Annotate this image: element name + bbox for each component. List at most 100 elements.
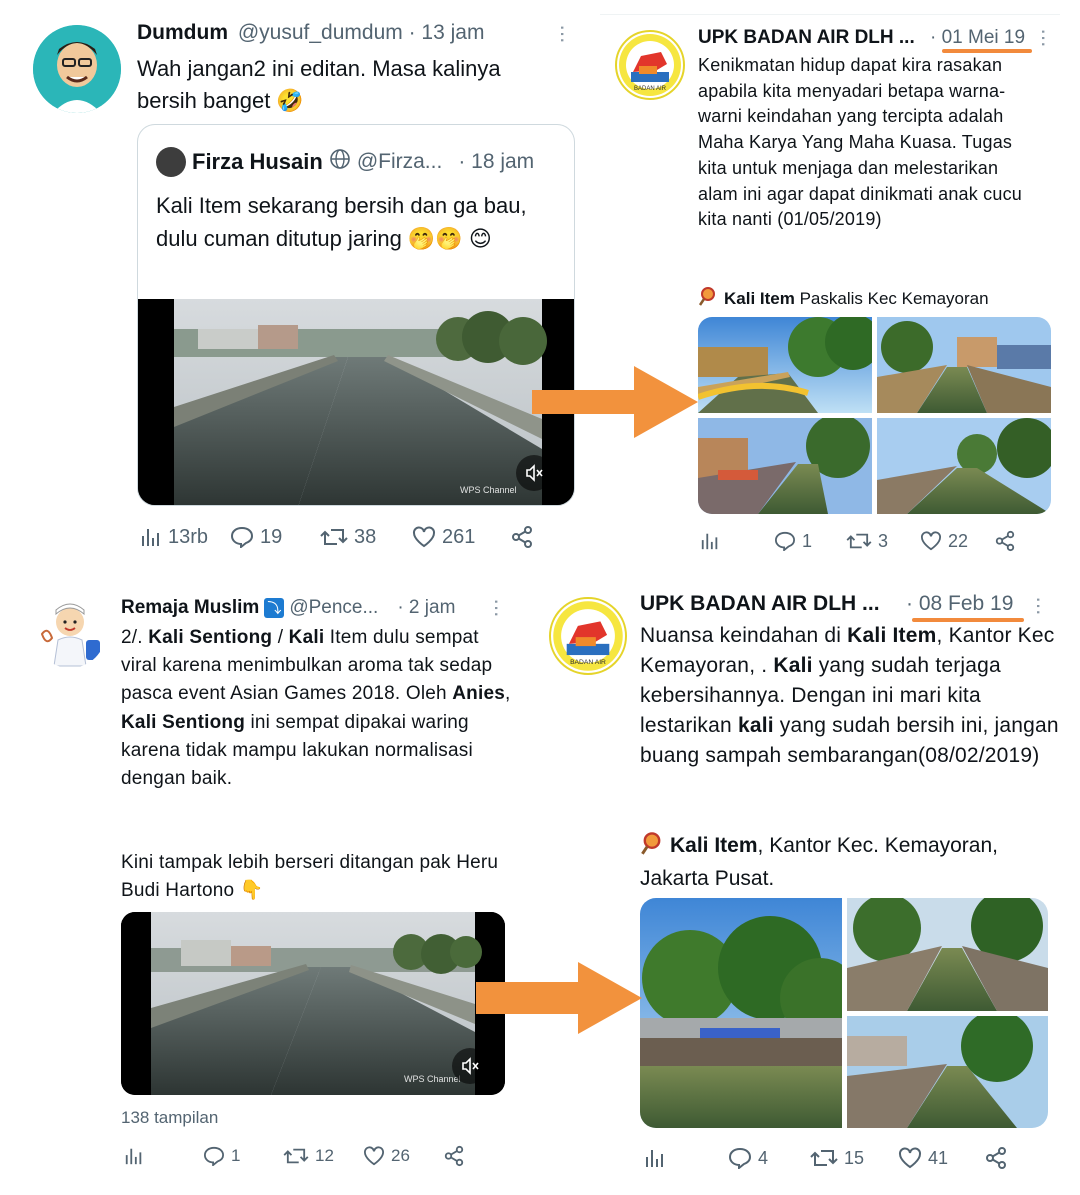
- like-button[interactable]: 22: [920, 531, 994, 552]
- like-count: 22: [948, 530, 969, 551]
- like-count: 26: [391, 1146, 410, 1165]
- author-handle: @Firza...: [356, 150, 443, 173]
- more-icon[interactable]: ···: [1027, 596, 1052, 615]
- tweet-time[interactable]: · 13 jam: [409, 21, 485, 44]
- reply-button[interactable]: 4: [728, 1147, 810, 1169]
- photo[interactable]: [698, 418, 872, 514]
- text-bold: Kali Item: [847, 624, 937, 647]
- author-handle[interactable]: @Pence...: [289, 597, 378, 619]
- location-bold: Kali Item: [670, 834, 758, 857]
- share-button[interactable]: [443, 1145, 465, 1167]
- author-name[interactable]: Remaja Muslim: [121, 597, 259, 619]
- text-segment: Item dulu: [324, 627, 410, 648]
- author-name[interactable]: Dumdum: [137, 21, 228, 44]
- divider: [600, 14, 1060, 15]
- reply-icon: [203, 1146, 225, 1166]
- share-button[interactable]: [994, 530, 1016, 552]
- more-icon[interactable]: ···: [485, 598, 510, 617]
- tweet-time: · 18 jam: [458, 150, 535, 173]
- text-bold: Anies: [452, 683, 506, 705]
- photo[interactable]: [640, 898, 842, 1128]
- reply-button[interactable]: 19: [230, 526, 320, 549]
- retweet-icon: [283, 1146, 309, 1166]
- tweet-header: UPK BADAN AIR DLH ... · 08 Feb 19: [640, 592, 1040, 616]
- share-icon: [994, 530, 1016, 552]
- views-icon: [644, 1147, 666, 1169]
- photo[interactable]: [877, 317, 1051, 413]
- avatar[interactable]: [34, 596, 106, 668]
- location[interactable]: Kali Item Paskalis Kec Kemayoran: [698, 286, 989, 311]
- tweet-text: Nuansa keindahan di Kali Item, Kantor Ke…: [640, 621, 1060, 771]
- reply-button[interactable]: 1: [203, 1146, 283, 1166]
- views-icon: [700, 531, 720, 551]
- location[interactable]: Kali Item, Kantor Kec. Kemayoran, Jakart…: [640, 831, 1060, 894]
- author-handle[interactable]: @yusuf_dumdum: [238, 21, 403, 44]
- retweet-count: 3: [878, 530, 889, 551]
- retweet-button[interactable]: 15: [810, 1147, 898, 1169]
- location-rest: Paskalis Kec Kemayoran: [794, 288, 989, 308]
- more-icon[interactable]: ···: [1032, 28, 1057, 47]
- views-count: 138 tampilan: [121, 1108, 219, 1127]
- globe-icon: [329, 148, 351, 176]
- retweet-icon: [810, 1147, 838, 1169]
- quote-video[interactable]: WPS Channel: [138, 299, 574, 505]
- mute-icon[interactable]: [452, 1048, 488, 1084]
- views-stat[interactable]: [644, 1147, 728, 1169]
- retweet-button[interactable]: 38: [320, 526, 412, 549]
- text-segment: 2/.: [121, 627, 149, 648]
- retweet-count: 38: [354, 525, 377, 548]
- author-name[interactable]: UPK BADAN AIR DLH ...: [640, 592, 880, 615]
- tweet-header: Dumdum @yusuf_dumdum · 13 jam: [137, 21, 484, 45]
- retweet-button[interactable]: 12: [283, 1146, 363, 1166]
- svg-text:BADAN AIR: BADAN AIR: [570, 659, 606, 666]
- views-stat[interactable]: 13rb: [140, 526, 230, 549]
- retweet-button[interactable]: 3: [846, 531, 920, 552]
- tweet-actions: 1 3 22: [700, 530, 1016, 552]
- reply-count: 4: [758, 1147, 769, 1168]
- views-stat[interactable]: [124, 1146, 203, 1166]
- like-icon: [412, 526, 436, 548]
- tweet-header: UPK BADAN AIR DLH ... · 01 Mei 19: [698, 27, 1038, 49]
- avatar[interactable]: BADAN AIR: [615, 30, 685, 100]
- like-button[interactable]: 26: [363, 1146, 443, 1166]
- retweet-count: 12: [315, 1146, 334, 1165]
- tweet-time[interactable]: · 2 jam: [397, 597, 455, 619]
- tweet-video[interactable]: WPS Channel: [121, 912, 505, 1095]
- more-icon[interactable]: ···: [551, 24, 576, 43]
- share-icon: [510, 525, 534, 549]
- avatar[interactable]: BADAN AIR: [549, 597, 627, 675]
- author-name[interactable]: UPK BADAN AIR DLH ...: [698, 27, 915, 48]
- location-pin-icon: [698, 286, 718, 311]
- share-button[interactable]: [984, 1146, 1008, 1170]
- mute-icon[interactable]: [516, 455, 552, 491]
- text-bold: Kali Sentiong: [148, 627, 273, 648]
- reply-icon: [230, 526, 254, 548]
- avatar[interactable]: [33, 25, 121, 113]
- location-pin-icon: [640, 831, 664, 864]
- share-button[interactable]: [510, 525, 534, 549]
- photo[interactable]: [877, 418, 1051, 514]
- reply-count: 1: [231, 1146, 241, 1165]
- text-bold: Kali: [773, 654, 813, 677]
- text-segment: ,: [505, 683, 511, 705]
- quoted-tweet[interactable]: Firza Husain @Firza... · 18 jam Kali Ite…: [137, 124, 575, 506]
- tweet-time[interactable]: · 08 Feb 19: [906, 592, 1013, 616]
- video-watermark: WPS Channel: [460, 485, 517, 495]
- like-count: 261: [442, 525, 476, 548]
- photo[interactable]: [847, 1016, 1048, 1128]
- text-bold: kali: [737, 714, 774, 737]
- tweet-time[interactable]: · 01 Mei 19: [930, 27, 1025, 49]
- retweet-icon: [320, 526, 348, 548]
- photo[interactable]: [847, 898, 1048, 1011]
- photo[interactable]: [698, 317, 872, 413]
- tweet-actions: 13rb 19 38 261: [140, 525, 534, 549]
- views-stat[interactable]: [700, 531, 774, 551]
- like-button[interactable]: 261: [412, 526, 510, 549]
- reply-icon: [728, 1147, 752, 1169]
- tweet-text: Kenikmatan hidup dapat kira rasakan apab…: [698, 55, 1022, 230]
- tweet-header: Remaja Muslim ⤵ @Pence... · 2 jam: [121, 597, 455, 619]
- reply-button[interactable]: 1: [774, 531, 846, 552]
- views-icon: [124, 1146, 144, 1166]
- like-button[interactable]: 41: [898, 1147, 984, 1169]
- like-count: 41: [928, 1147, 949, 1168]
